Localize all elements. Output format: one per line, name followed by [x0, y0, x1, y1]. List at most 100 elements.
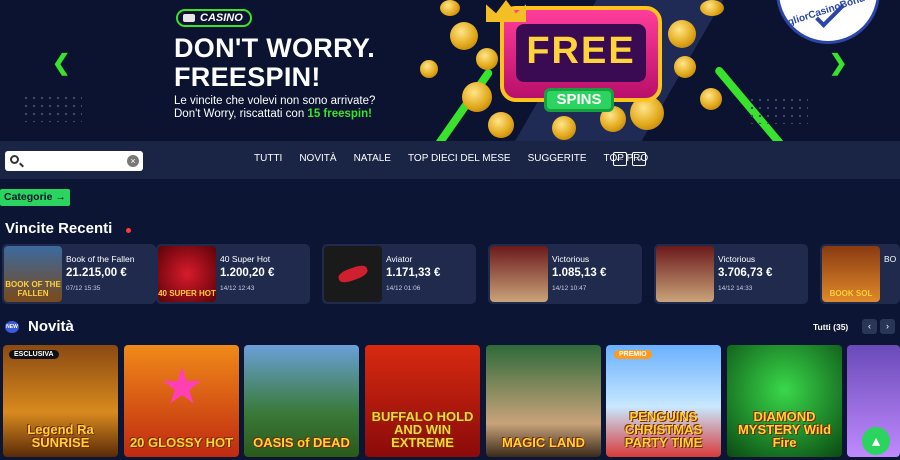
game-title: MAGIC LAND — [501, 435, 586, 450]
game-thumbnail: 40 SUPER HOT — [158, 246, 216, 302]
scroll-up-button[interactable]: ▲ — [862, 427, 890, 455]
chevron-left-icon[interactable]: ‹ — [862, 319, 877, 334]
check-icon — [815, 0, 845, 28]
recent-win-card[interactable]: Victorious 1.085,13 € 14/12 10:47 — [488, 244, 642, 304]
new-badge-icon: NEW — [5, 321, 19, 333]
premio-tag: PREMIO — [614, 350, 652, 359]
game-card[interactable]: MAGIC LAND — [486, 345, 601, 457]
game-title: BUFFALO HOLD AND WIN EXTREME — [371, 409, 474, 450]
hero-sub-line1: Le vincite che volevi non sono arrivate? — [174, 95, 376, 107]
coin-icon — [668, 20, 696, 48]
star-icon — [162, 367, 202, 404]
tab-tutti[interactable]: TUTTI — [254, 153, 282, 164]
search-box[interactable]: × — [5, 151, 143, 171]
win-time: 14/12 01:06 — [386, 285, 421, 292]
game-card[interactable]: DIAMOND MYSTERY Wild Fire — [727, 345, 842, 457]
game-card[interactable]: PREMIO PENGUINS CHRISTMAS PARTY TIME — [606, 345, 721, 457]
win-game-name: Book of the Fallen — [66, 254, 135, 264]
casino-badge-label: CASINO — [200, 12, 243, 24]
hero-subtitle: Le vincite che volevi non sono arrivate?… — [174, 95, 375, 121]
hero-title-line2: FREESPIN! — [174, 62, 321, 92]
tab-suggerite[interactable]: SUGGERITE — [528, 153, 587, 164]
win-time: 14/12 10:47 — [552, 285, 587, 292]
arrow-left-icon[interactable]: ← — [613, 152, 627, 166]
game-thumbnail — [490, 246, 548, 302]
spins-label: SPINS — [544, 88, 614, 112]
casino-page: ❮ ❯ CASINO DON'T WORRY. FREESPIN! Le vin… — [0, 0, 900, 460]
category-tabs: TUTTI NOVITÀ NATALE TOP DIECI DEL MESE S… — [254, 153, 665, 164]
coin-icon — [700, 88, 722, 110]
tab-natale[interactable]: NATALE — [354, 153, 391, 164]
tab-scroll-arrows: ← → — [613, 152, 646, 166]
recent-win-card[interactable]: Victorious 3.706,73 € 14/12 14:33 — [654, 244, 808, 304]
game-card[interactable]: BUFFALO HOLD AND WIN EXTREME — [365, 345, 480, 457]
game-title: DIAMOND MYSTERY Wild Fire — [737, 409, 832, 450]
game-card[interactable]: OASIS of DEAD — [244, 345, 359, 457]
slot-free-text: FREE — [526, 30, 636, 72]
win-time: 14/12 12:43 — [220, 285, 255, 292]
hero-title: DON'T WORRY. FREESPIN! — [174, 34, 375, 92]
game-thumbnail — [656, 246, 714, 302]
live-dot-icon — [126, 228, 131, 233]
thumbnail-label: 40 SUPER HOT — [158, 289, 216, 298]
chevron-left-icon[interactable]: ❮ — [52, 50, 70, 76]
game-thumbnail: BOOK SOL — [822, 246, 880, 302]
exclusive-tag: ESCLUSIVA — [9, 350, 59, 359]
win-game-name: Victorious — [718, 254, 756, 264]
hero-banner[interactable]: ❮ ❯ CASINO DON'T WORRY. FREESPIN! Le vin… — [0, 0, 900, 141]
win-amount: 1.200,20 € — [220, 267, 275, 279]
recent-win-card[interactable]: BOOK SOL BO — [820, 244, 900, 304]
hero-sub-prefix: Don't Worry, riscattati con — [174, 108, 308, 120]
recent-wins-title: Vincite Recenti — [5, 220, 113, 237]
recent-win-card[interactable]: BOOK OF THE FALLEN Book of the Fallen 21… — [2, 244, 156, 304]
casino-badge: CASINO — [176, 9, 252, 27]
coin-icon — [462, 82, 492, 112]
game-thumbnail — [324, 246, 382, 302]
plane-icon — [336, 263, 370, 285]
hero-sub-line2: Don't Worry, riscattati con 15 freespin! — [174, 108, 375, 121]
coin-icon — [674, 56, 696, 78]
coin-icon — [552, 116, 576, 140]
win-game-name: 40 Super Hot — [220, 254, 271, 264]
game-title: PENGUINS CHRISTMAS PARTY TIME — [624, 409, 703, 450]
novita-title: Novità — [28, 318, 74, 335]
game-thumbnail: BOOK OF THE FALLEN — [4, 246, 62, 302]
win-amount: 1.085,13 € — [552, 267, 607, 279]
coin-icon — [700, 0, 724, 16]
chevron-right-icon[interactable]: ❯ — [829, 50, 847, 76]
game-card[interactable]: 20 GLOSSY HOT — [124, 345, 239, 457]
see-all-link[interactable]: Tutti (35) — [813, 322, 848, 332]
win-game-name: Aviator — [386, 254, 413, 264]
slot-screen: FREE — [516, 24, 646, 82]
arrow-right-icon[interactable]: → — [632, 152, 646, 166]
coin-icon — [488, 112, 514, 138]
coin-icon — [476, 48, 498, 70]
chevron-right-icon[interactable]: › — [880, 319, 895, 334]
win-time: 14/12 14:33 — [718, 285, 753, 292]
win-amount: 21.215,00 € — [66, 267, 127, 279]
tab-top-dieci[interactable]: TOP DIECI DEL MESE — [408, 153, 511, 164]
search-icon — [10, 155, 19, 164]
game-title: Legend Ra SUNRISE — [27, 422, 94, 450]
recent-win-card[interactable]: Aviator 1.171,33 € 14/12 01:06 — [322, 244, 476, 304]
recent-win-card[interactable]: 40 SUPER HOT 40 Super Hot 1.200,20 € 14/… — [156, 244, 310, 304]
thumbnail-label: BOOK OF THE FALLEN — [5, 280, 61, 298]
coin-icon — [420, 60, 438, 78]
category-navbar: × TUTTI NOVITÀ NATALE TOP DIECI DEL MESE… — [0, 141, 900, 179]
dots-pattern — [22, 94, 82, 122]
hero-title-line1: DON'T WORRY. — [174, 33, 376, 63]
dots-pattern — [748, 96, 808, 124]
hero-sub-highlight: 15 freespin! — [307, 108, 372, 120]
win-game-name: Victorious — [552, 254, 590, 264]
coin-icon — [450, 22, 478, 50]
win-game-name: BO — [884, 254, 897, 264]
win-amount: 3.706,73 € — [718, 267, 773, 279]
game-title: OASIS of DEAD — [253, 435, 350, 450]
categories-button[interactable]: Categorie → — [0, 189, 70, 206]
game-card[interactable]: ESCLUSIVA Legend Ra SUNRISE — [3, 345, 118, 457]
win-amount: 1.171,33 € — [386, 267, 441, 279]
search-input[interactable] — [25, 153, 125, 169]
tab-novita[interactable]: NOVITÀ — [299, 153, 336, 164]
coin-icon — [440, 0, 460, 16]
close-icon[interactable]: × — [127, 155, 139, 167]
